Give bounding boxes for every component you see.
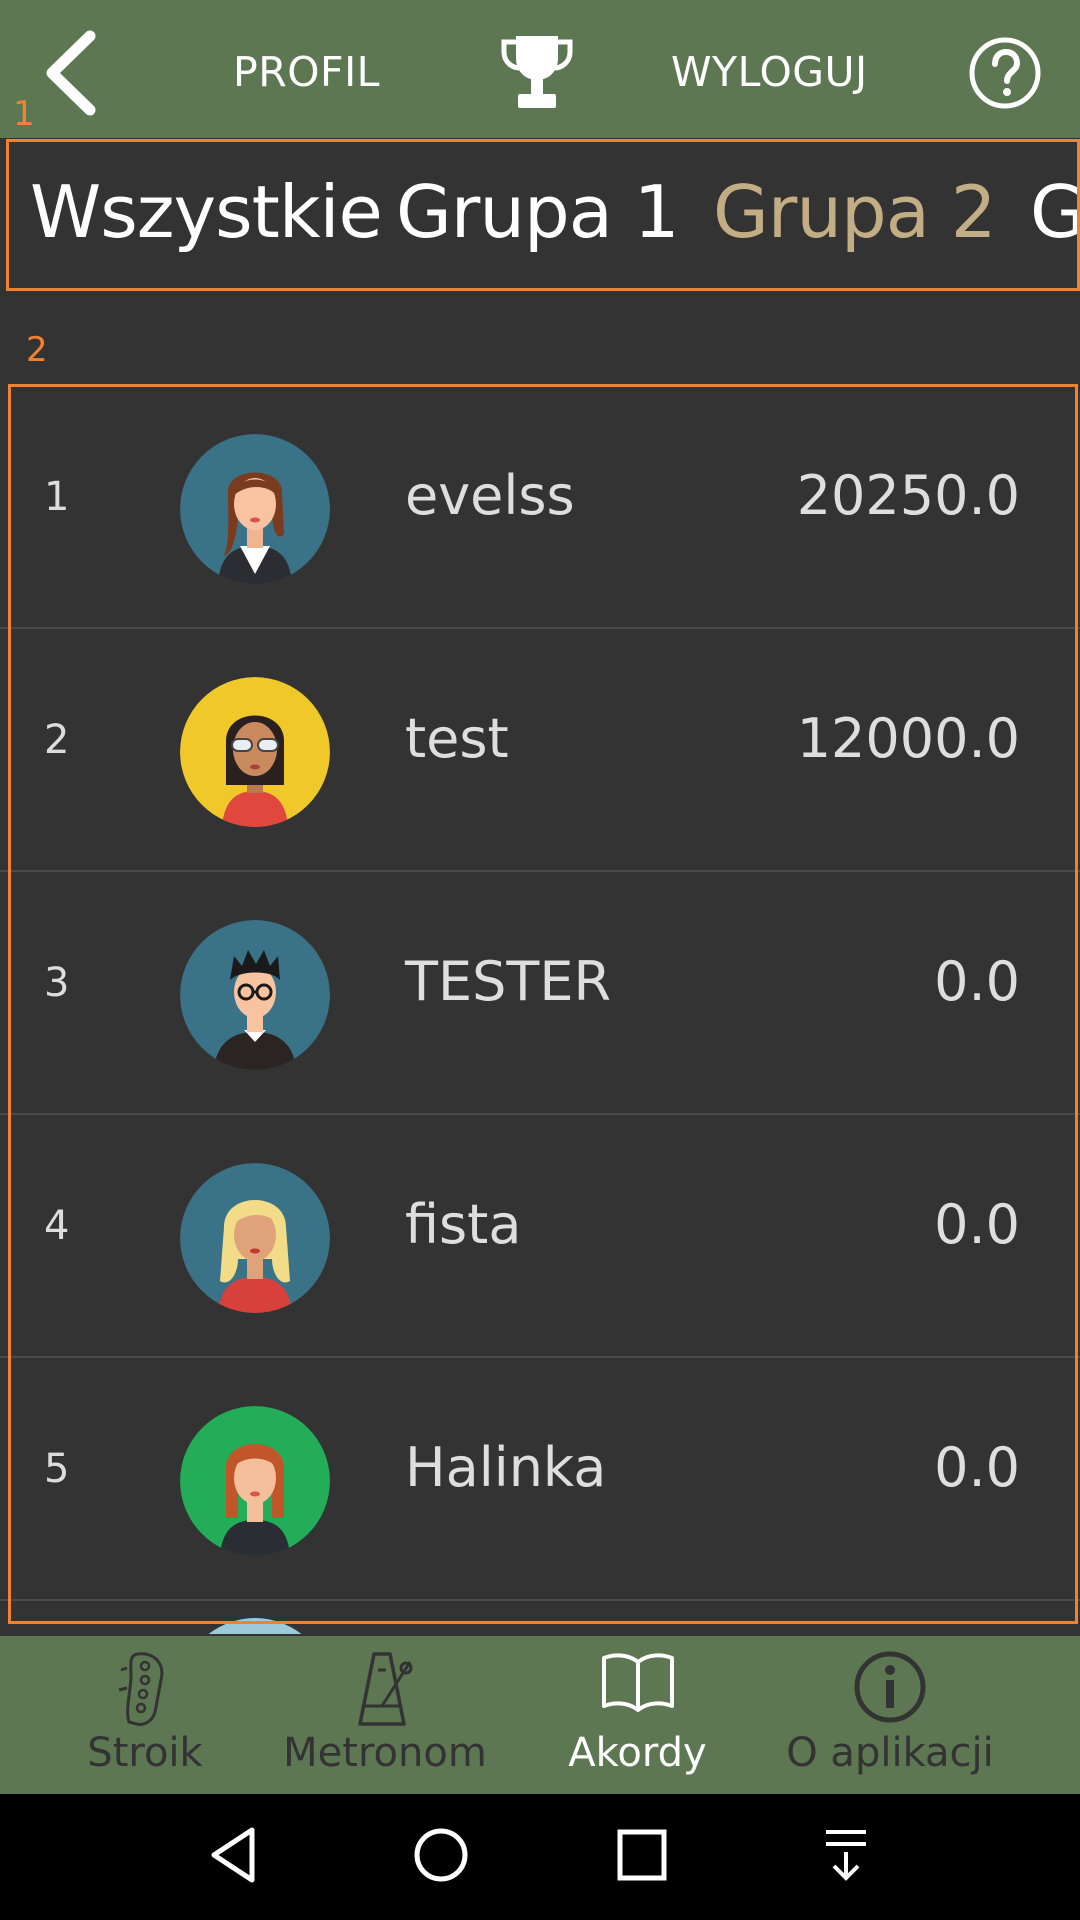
rank-number: 5	[44, 1446, 70, 1492]
rank-number: 2	[44, 717, 70, 763]
avatar	[180, 920, 330, 1070]
system-navigation-bar	[0, 1794, 1080, 1920]
system-back-icon[interactable]	[208, 1824, 258, 1886]
rank-number: 3	[44, 960, 70, 1006]
rank-number: 4	[44, 1203, 70, 1249]
profile-link[interactable]: PROFIL	[233, 48, 380, 96]
back-arrow-icon[interactable]	[38, 28, 108, 118]
score: 0.0	[934, 950, 1020, 1013]
nav-label: O aplikacji	[786, 1730, 994, 1776]
avatar	[180, 1618, 330, 1634]
score: 12000.0	[796, 707, 1020, 770]
leaderboard-row[interactable]: 5 Halinka 0.0	[0, 1358, 1080, 1601]
score: 20250.0	[796, 464, 1020, 527]
tab-group-3[interactable]: G	[1030, 170, 1080, 254]
score: 0.0	[934, 1193, 1020, 1256]
tab-group-2[interactable]: Grupa 2	[713, 170, 997, 254]
rank-number: 1	[44, 474, 70, 520]
leaderboard-row[interactable]: 2 test 12000.0	[0, 629, 1080, 872]
leaderboard-list[interactable]: 1 evelss 20250.0 2 test 12000.0 3 TESTER…	[0, 386, 1080, 1634]
group-tabs: Wszystkie Grupa 1 Grupa 2 G	[0, 138, 1080, 293]
bottom-navigation: Stroik Metronom Akordy O aplikacji	[0, 1636, 1080, 1794]
username: TESTER	[405, 950, 612, 1013]
nav-label: Stroik	[87, 1730, 203, 1776]
avatar	[180, 434, 330, 584]
leaderboard-row[interactable]: 4 fista 0.0	[0, 1115, 1080, 1358]
avatar	[180, 677, 330, 827]
book-icon	[602, 1653, 674, 1712]
username: evelss	[405, 464, 575, 527]
avatar	[180, 1163, 330, 1313]
nav-item-o-aplikacji[interactable]: O aplikacji	[785, 1636, 995, 1794]
top-bar: PROFIL WYLOGUJ	[0, 0, 1080, 138]
help-icon[interactable]	[968, 36, 1042, 110]
nav-item-stroik[interactable]: Stroik	[60, 1636, 230, 1794]
info-icon	[854, 1651, 926, 1723]
annotation-label-1: 1	[13, 94, 35, 134]
tab-all[interactable]: Wszystkie	[30, 170, 383, 254]
nav-label: Metronom	[283, 1730, 487, 1776]
username: Halinka	[405, 1436, 607, 1499]
tab-group-1[interactable]: Grupa 1	[396, 170, 680, 254]
metronome-icon	[358, 1652, 413, 1726]
guitar-headstock-icon	[118, 1652, 164, 1726]
nav-label: Akordy	[568, 1730, 707, 1776]
score: 0.0	[934, 1436, 1020, 1499]
nav-item-metronom[interactable]: Metronom	[280, 1636, 490, 1794]
username: fista	[405, 1193, 522, 1256]
leaderboard-row[interactable]: 1 evelss 20250.0	[0, 386, 1080, 629]
avatar	[180, 1406, 330, 1556]
system-home-icon[interactable]	[410, 1824, 472, 1886]
app-screen: PROFIL WYLOGUJ 1 Wszystkie Grupa 1 Grupa…	[0, 0, 1080, 1920]
notification-pull-icon[interactable]	[818, 1824, 874, 1886]
logout-link[interactable]: WYLOGUJ	[671, 48, 868, 96]
nav-item-akordy[interactable]: Akordy	[555, 1636, 720, 1794]
trophy-icon[interactable]	[500, 32, 574, 112]
username: test	[405, 707, 509, 770]
leaderboard-row[interactable]: 3 TESTER 0.0	[0, 872, 1080, 1115]
annotation-label-2: 2	[26, 330, 48, 370]
system-recents-icon[interactable]	[614, 1824, 670, 1886]
